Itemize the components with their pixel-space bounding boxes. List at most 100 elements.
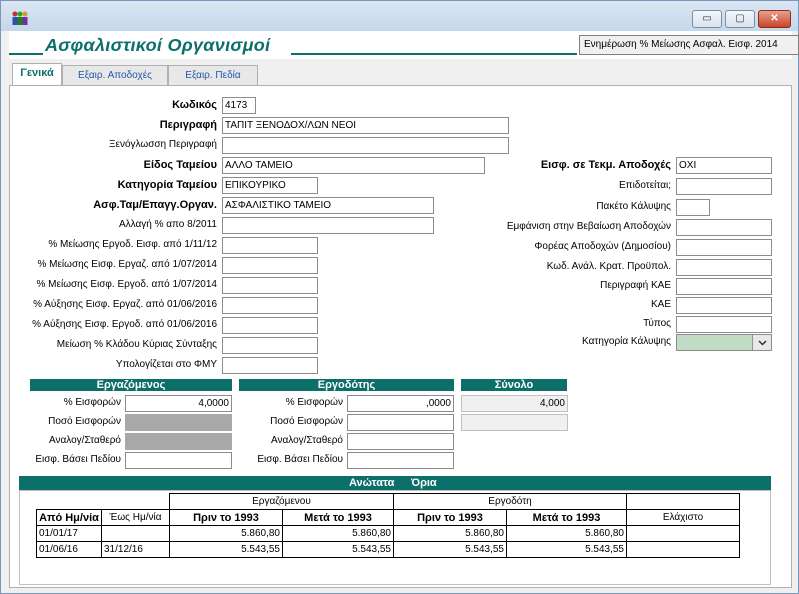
col-employer-after-1993[interactable]: Μετά το 1993 [506, 509, 627, 526]
code-label: Κωδικός [172, 99, 217, 111]
col-from-date[interactable]: Από Ημ/νία [36, 509, 102, 526]
foreign-description-field[interactable] [222, 137, 509, 154]
employer-reduction-2014-label: % Μείωσης Εισφ. Εργοδ. από 1/07/2014 [36, 279, 217, 290]
type-label: Τύπος [643, 318, 671, 329]
col-employee-after-1993[interactable]: Μετά το 1993 [282, 509, 394, 526]
cell-to-date[interactable] [101, 525, 170, 542]
kae-description-field[interactable] [676, 278, 772, 295]
tax-calculated-label: Υπολογίζεται στο ΦΜΥ [115, 359, 217, 370]
employer-field-based-field[interactable] [347, 452, 454, 469]
tax-calculated-field[interactable] [222, 357, 318, 374]
employee-reduction-2014-field[interactable] [222, 257, 318, 274]
cell-employee-after[interactable]: 5.543,55 [282, 541, 394, 558]
cell-minimum[interactable] [626, 541, 740, 558]
limits-title-b: Όρια [411, 477, 437, 489]
employer-amount-field[interactable] [347, 414, 454, 431]
table-row[interactable]: 01/01/17 5.860,80 5.860,80 5.860,80 5.86… [36, 525, 740, 542]
cell-from-date[interactable]: 01/06/16 [36, 541, 102, 558]
employee-increase-2016-field[interactable] [222, 297, 318, 314]
tab-exception-earnings[interactable]: Εξαιρ. Αποδοχές [62, 65, 168, 86]
users-icon [12, 11, 28, 25]
limits-header: Ανώτατα Όρια [19, 476, 771, 490]
public-earnings-body-label: Φορέας Αποδοχών (Δημοσίου) [534, 241, 671, 252]
show-in-certificate-field[interactable] [676, 219, 772, 236]
employee-pct-field[interactable]: 4,0000 [125, 395, 232, 412]
insurance-fund-field[interactable]: ΑΣΦΑΛΙΣΤΙΚΟ ΤΑΜΕΙΟ [222, 197, 434, 214]
limits-header-row: Από Ημ/νία Έως Ημ/νία Πριν το 1993 Μετά … [36, 509, 740, 526]
update-reduction-button[interactable]: Ενημέρωση % Μείωσης Ασφαλ. Εισφ. 2014 [579, 35, 799, 55]
coverage-category-label: Κατηγορία Κάλυψης [582, 336, 671, 347]
cell-employee-after[interactable]: 5.860,80 [282, 525, 394, 542]
form-header: Ασφαλιστικοί Οργανισμοί Ενημέρωση % Μείω… [9, 31, 799, 59]
fund-category-label: Κατηγορία Ταμείου [117, 179, 217, 191]
cell-minimum[interactable] [626, 525, 740, 542]
show-in-certificate-label: Εμφάνιση στην Βεβαίωση Αποδοχών [506, 221, 671, 232]
code-field[interactable]: 4173 [222, 97, 256, 114]
employer-pct-field[interactable]: ,0000 [347, 395, 454, 412]
employer-reduction-2012-field[interactable] [222, 237, 318, 254]
budget-code-field[interactable] [676, 259, 772, 276]
employee-pct-label: % Εισφορών [63, 397, 121, 408]
limits-title-a: Ανώτατα [349, 477, 395, 489]
fund-category-field[interactable]: ΕΠΙΚΟΥΡΙΚΟ [222, 177, 318, 194]
public-earnings-body-field[interactable] [676, 239, 772, 256]
cell-employer-after[interactable]: 5.543,55 [506, 541, 627, 558]
close-button[interactable]: ✕ [758, 10, 791, 28]
description-label: Περιγραφή [159, 119, 217, 131]
coverage-category-dropdown-button[interactable] [752, 335, 771, 350]
total-section-header: Σύνολο [461, 379, 567, 391]
employee-amount-field [125, 414, 232, 431]
col-employer-before-1993[interactable]: Πριν το 1993 [393, 509, 507, 526]
minimize-button[interactable]: ▭ [692, 10, 722, 28]
kae-field[interactable] [676, 297, 772, 314]
application-window: ▭ ▢ ✕ Ασφαλιστικοί Οργανισμοί Ενημέρωση … [0, 0, 799, 594]
employee-field-based-field[interactable] [125, 452, 232, 469]
type-field[interactable] [676, 316, 772, 333]
presumed-earnings-label: Εισφ. σε Τεκμ. Αποδοχές [540, 159, 671, 171]
cell-employee-before[interactable]: 5.543,55 [169, 541, 283, 558]
cell-employer-after[interactable]: 5.860,80 [506, 525, 627, 542]
description-field[interactable]: ΤΑΠΙΤ ΞΕΝΟΔΟΧ/ΛΩΝ ΝΕΟΙ [222, 117, 509, 134]
employer-section-header: Εργοδότης [239, 379, 454, 391]
change-pct-field[interactable] [222, 217, 434, 234]
subsidized-field[interactable] [676, 178, 772, 195]
table-row[interactable]: 01/06/16 31/12/16 5.543,55 5.543,55 5.54… [36, 541, 740, 558]
total-pct-field: 4,000 [461, 395, 568, 412]
header-rule-left [9, 53, 43, 55]
employer-reduction-2014-field[interactable] [222, 277, 318, 294]
fund-type-label: Είδος Ταμείου [143, 159, 217, 171]
subsidized-label: Επιδοτείται; [619, 180, 671, 191]
insurance-fund-label: Ασφ.Ταμ/Επαγγ.Οργαν. [93, 199, 217, 211]
col-to-date[interactable]: Έως Ημ/νία [101, 509, 170, 526]
pension-branch-reduction-field[interactable] [222, 337, 318, 354]
col-employee-before-1993[interactable]: Πριν το 1993 [169, 509, 283, 526]
employer-pct-label: % Εισφορών [285, 397, 343, 408]
tab-general[interactable]: Γενικά [12, 63, 62, 86]
cell-employee-before[interactable]: 5.860,80 [169, 525, 283, 542]
tab-exception-fields[interactable]: Εξαιρ. Πεδία [168, 65, 258, 86]
change-pct-label: Αλλαγή % απο 8/2011 [118, 219, 217, 230]
cell-to-date[interactable]: 31/12/16 [101, 541, 170, 558]
employee-field-based-label: Εισφ. Βάσει Πεδίου [35, 454, 121, 465]
limits-group-employer: Εργοδότη [393, 493, 627, 510]
limits-group-spacer [36, 493, 170, 510]
maximize-button[interactable]: ▢ [725, 10, 755, 28]
fund-type-field[interactable]: ΑΛΛΟ ΤΑΜΕΙΟ [222, 157, 485, 174]
employer-proportional-field[interactable] [347, 433, 454, 450]
header-rule-right [291, 53, 577, 55]
employer-proportional-label: Αναλογ/Σταθερό [270, 435, 343, 446]
coverage-package-field[interactable] [676, 199, 710, 216]
employee-proportional-field [125, 433, 232, 450]
employer-increase-2016-field[interactable] [222, 317, 318, 334]
cell-from-date[interactable]: 01/01/17 [36, 525, 102, 542]
presumed-earnings-field[interactable]: ΟΧΙ [676, 157, 772, 174]
cell-employer-before[interactable]: 5.543,55 [393, 541, 507, 558]
pension-branch-reduction-label: Μείωση % Κλάδου Κύριας Σύνταξης [56, 339, 217, 350]
employee-proportional-label: Αναλογ/Σταθερό [48, 435, 121, 446]
employer-amount-label: Ποσό Εισφορών [270, 416, 343, 427]
kae-description-label: Περιγραφή ΚΑΕ [600, 280, 671, 291]
col-minimum[interactable]: Ελάχιστο [626, 509, 740, 526]
kae-label: ΚΑΕ [650, 299, 671, 310]
page-title: Ασφαλιστικοί Οργανισμοί [45, 35, 271, 55]
cell-employer-before[interactable]: 5.860,80 [393, 525, 507, 542]
